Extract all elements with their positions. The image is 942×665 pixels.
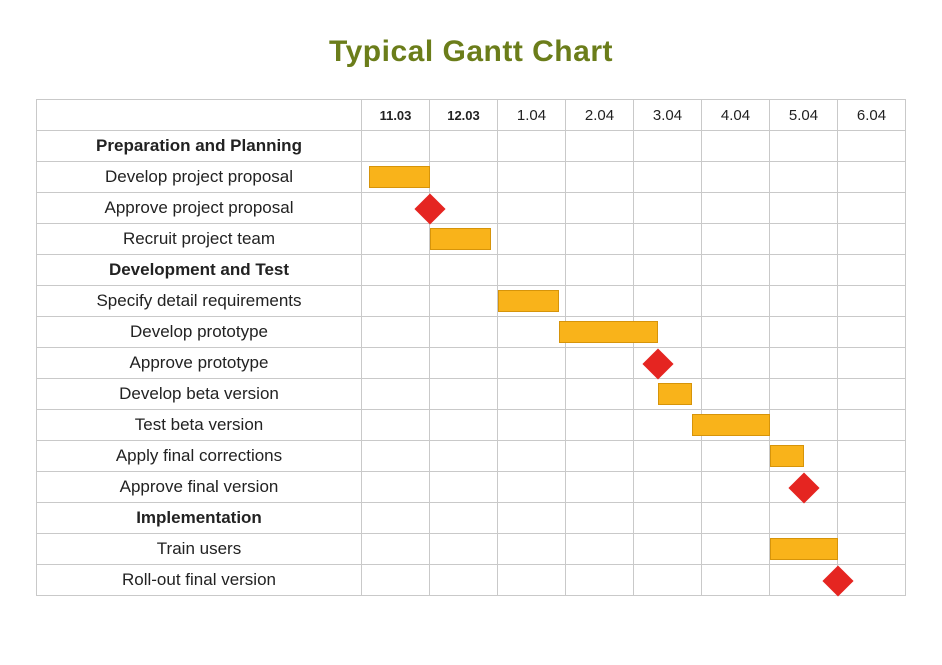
timeline-anchor <box>362 193 430 224</box>
task-row: Recruit project team <box>37 224 906 255</box>
chart-title: Typical Gantt Chart <box>0 35 942 69</box>
task-label: Train users <box>37 534 362 565</box>
time-header: 4.04 <box>702 100 770 131</box>
group-label: Development and Test <box>37 255 362 286</box>
gantt-bar <box>770 445 804 467</box>
time-header: 12.03 <box>430 100 498 131</box>
corner-cell <box>37 100 362 131</box>
timeline-anchor <box>362 565 430 596</box>
time-header: 5.04 <box>770 100 838 131</box>
task-label: Specify detail requirements <box>37 286 362 317</box>
time-header: 6.04 <box>838 100 906 131</box>
task-label: Develop project proposal <box>37 162 362 193</box>
timeline-anchor <box>362 131 430 162</box>
task-row: Specify detail requirements <box>37 286 906 317</box>
time-header: 3.04 <box>634 100 702 131</box>
group-row: Development and Test <box>37 255 906 286</box>
group-label: Implementation <box>37 503 362 534</box>
gantt-bar <box>658 383 692 405</box>
group-label: Preparation and Planning <box>37 131 362 162</box>
task-label: Recruit project team <box>37 224 362 255</box>
task-row: Approve prototype <box>37 348 906 379</box>
gantt-bar <box>430 228 491 250</box>
gantt-bar <box>559 321 658 343</box>
task-label: Develop prototype <box>37 317 362 348</box>
task-row: Approve final version <box>37 472 906 503</box>
task-label: Develop beta version <box>37 379 362 410</box>
timeline-anchor <box>362 441 430 472</box>
gantt-bar <box>692 414 770 436</box>
task-label: Roll-out final version <box>37 565 362 596</box>
timeline-anchor <box>362 410 430 441</box>
task-row: Develop beta version <box>37 379 906 410</box>
task-row: Develop project proposal <box>37 162 906 193</box>
timeline-anchor <box>362 255 430 286</box>
task-label: Approve project proposal <box>37 193 362 224</box>
time-header: 2.04 <box>566 100 634 131</box>
timeline-anchor <box>362 224 430 255</box>
timeline-anchor <box>362 162 430 193</box>
task-label: Approve prototype <box>37 348 362 379</box>
task-row: Apply final corrections <box>37 441 906 472</box>
gantt-bar <box>770 538 838 560</box>
gantt-bar <box>498 290 559 312</box>
task-label: Apply final corrections <box>37 441 362 472</box>
task-row: Develop prototype <box>37 317 906 348</box>
timeline-anchor <box>362 534 430 565</box>
task-row: Train users <box>37 534 906 565</box>
timeline-anchor <box>362 379 430 410</box>
task-label: Test beta version <box>37 410 362 441</box>
group-row: Implementation <box>37 503 906 534</box>
task-row: Test beta version <box>37 410 906 441</box>
group-row: Preparation and Planning <box>37 131 906 162</box>
time-header: 1.04 <box>498 100 566 131</box>
time-header: 11.03 <box>362 100 430 131</box>
timeline-anchor <box>362 317 430 348</box>
task-label: Approve final version <box>37 472 362 503</box>
gantt-table: 11.03 12.03 1.04 2.04 3.04 4.04 5.04 6.0… <box>36 99 906 596</box>
timeline-anchor <box>362 472 430 503</box>
gantt-bar <box>369 166 430 188</box>
timeline-anchor <box>362 286 430 317</box>
task-row: Approve project proposal <box>37 193 906 224</box>
timeline-anchor <box>362 503 430 534</box>
time-header-row: 11.03 12.03 1.04 2.04 3.04 4.04 5.04 6.0… <box>37 100 906 131</box>
task-row: Roll-out final version <box>37 565 906 596</box>
timeline-anchor <box>362 348 430 379</box>
